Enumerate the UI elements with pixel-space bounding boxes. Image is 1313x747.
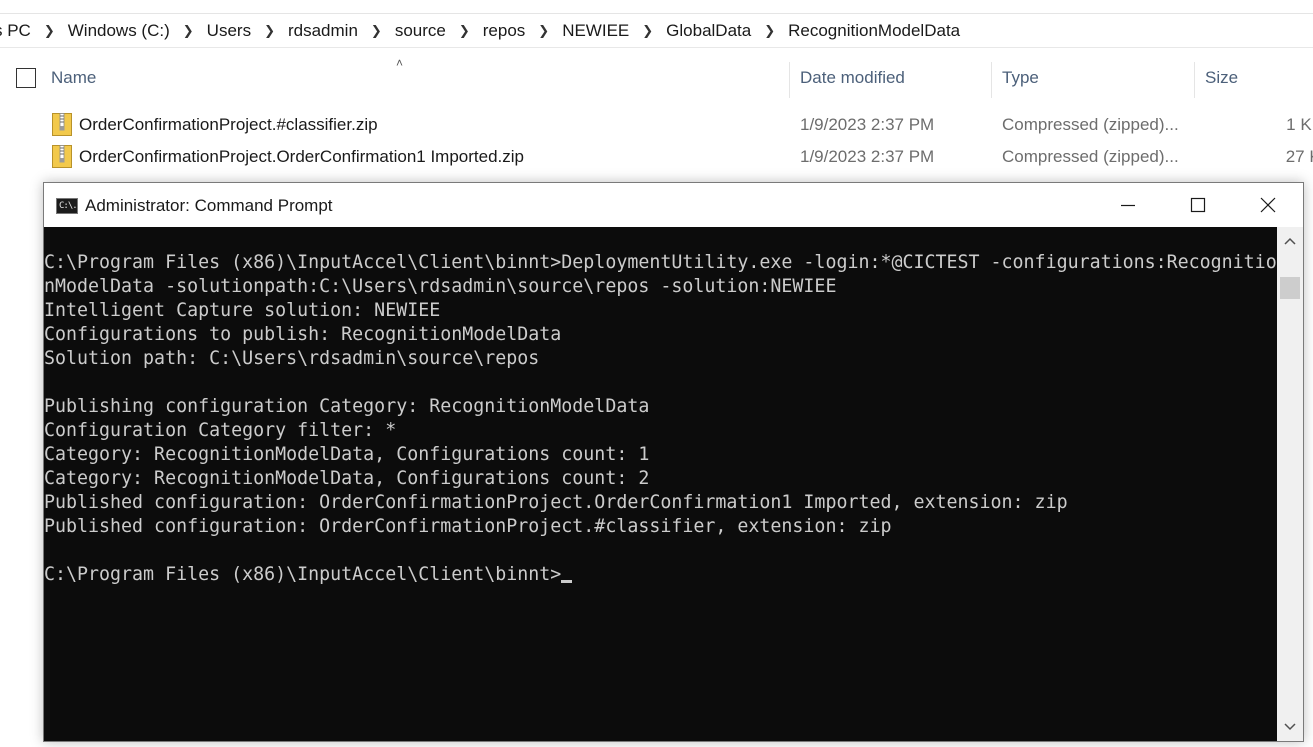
text-cursor xyxy=(561,580,573,583)
column-header-name[interactable]: Name xyxy=(51,58,96,98)
file-row[interactable]: OrderConfirmationProject.OrderConfirmati… xyxy=(0,141,1313,173)
breadcrumb-separator-icon[interactable]: ❯ xyxy=(532,14,555,47)
console-line: Category: RecognitionModelData, Configur… xyxy=(44,444,650,465)
breadcrumb-separator-icon[interactable]: ❯ xyxy=(453,14,476,47)
column-divider[interactable] xyxy=(991,62,992,98)
minimize-icon xyxy=(1121,204,1135,207)
console-line: Published configuration: OrderConfirmati… xyxy=(44,516,892,537)
file-date-modified: 1/9/2023 2:37 PM xyxy=(800,115,935,134)
sort-ascending-icon: ˄ xyxy=(396,56,404,70)
file-size: 27 KB xyxy=(1285,147,1313,166)
console-line: nModelData -solutionpath:C:\Users\rdsadm… xyxy=(44,276,837,297)
column-header-size[interactable]: Size xyxy=(1205,58,1238,98)
select-all-checkbox[interactable] xyxy=(16,68,36,88)
breadcrumb-newiee[interactable]: NEWIEE xyxy=(555,14,636,47)
command-prompt-window[interactable]: C:\. Administrator: Command Prompt C:\Pr… xyxy=(43,182,1304,742)
zip-folder-icon xyxy=(52,145,72,168)
breadcrumb-separator-icon[interactable]: ❯ xyxy=(38,14,61,47)
console-line: Published configuration: OrderConfirmati… xyxy=(44,492,1068,513)
chevron-down-icon xyxy=(1284,723,1296,731)
maximize-button[interactable] xyxy=(1163,183,1233,227)
console-line: Solution path: C:\Users\rdsadmin\source\… xyxy=(44,348,540,369)
file-row[interactable]: OrderConfirmationProject.#classifier.zip… xyxy=(0,109,1313,141)
column-divider[interactable] xyxy=(789,62,790,98)
console-line: Intelligent Capture solution: NEWIEE xyxy=(44,300,441,321)
scroll-thumb[interactable] xyxy=(1280,277,1300,299)
column-header-type[interactable]: Type xyxy=(1002,58,1039,98)
breadcrumb-separator-icon[interactable]: ❯ xyxy=(177,14,200,47)
file-name: OrderConfirmationProject.#classifier.zip xyxy=(79,115,378,134)
breadcrumb-rdsadmin[interactable]: rdsadmin xyxy=(281,14,365,47)
minimize-button[interactable] xyxy=(1093,183,1163,227)
breadcrumb-users[interactable]: Users xyxy=(200,14,258,47)
window-title: Administrator: Command Prompt xyxy=(85,196,333,215)
title-bar[interactable]: C:\. Administrator: Command Prompt xyxy=(44,183,1303,227)
breadcrumb-recognitionmodeldata[interactable]: RecognitionModelData xyxy=(781,14,967,47)
console-line: C:\Program Files (x86)\InputAccel\Client… xyxy=(44,252,1277,273)
scroll-down-button[interactable] xyxy=(1277,713,1303,741)
breadcrumb-this-pc[interactable]: s PC xyxy=(0,14,38,47)
file-size: 1 KB xyxy=(1286,115,1313,134)
prompt-text: C:\Program Files (x86)\InputAccel\Client… xyxy=(44,564,562,585)
breadcrumb-separator-icon[interactable]: ❯ xyxy=(758,14,781,47)
chevron-up-icon xyxy=(1284,237,1296,245)
breadcrumb-separator-icon[interactable]: ❯ xyxy=(365,14,388,47)
zip-folder-icon xyxy=(52,113,72,136)
column-header-date-modified[interactable]: Date modified xyxy=(800,58,905,98)
prompt-line[interactable]: C:\Program Files (x86)\InputAccel\Client… xyxy=(44,563,1277,587)
console-line: Category: RecognitionModelData, Configur… xyxy=(44,468,650,489)
breadcrumb: s PC ❯ Windows (C:) ❯ Users ❯ rdsadmin ❯… xyxy=(0,14,1313,48)
file-type: Compressed (zipped)... xyxy=(1002,147,1179,166)
vertical-scrollbar[interactable] xyxy=(1277,227,1303,741)
breadcrumb-separator-icon[interactable]: ❯ xyxy=(636,14,659,47)
file-type: Compressed (zipped)... xyxy=(1002,115,1179,134)
console-output[interactable]: C:\Program Files (x86)\InputAccel\Client… xyxy=(44,227,1277,741)
breadcrumb-separator-icon[interactable]: ❯ xyxy=(258,14,281,47)
breadcrumb-source[interactable]: source xyxy=(388,14,453,47)
close-icon xyxy=(1260,197,1276,213)
file-list-header: ˄ Name Date modified Type Size xyxy=(0,56,1313,98)
close-button[interactable] xyxy=(1233,183,1303,227)
breadcrumb-globaldata[interactable]: GlobalData xyxy=(659,14,758,47)
column-divider[interactable] xyxy=(1194,62,1195,98)
command-prompt-icon-glyph: C:\. xyxy=(59,201,78,211)
file-date-modified: 1/9/2023 2:37 PM xyxy=(800,147,935,166)
maximize-icon xyxy=(1190,197,1206,213)
console-line: Publishing configuration Category: Recog… xyxy=(44,396,650,417)
breadcrumb-windows-c[interactable]: Windows (C:) xyxy=(61,14,177,47)
command-prompt-icon[interactable]: C:\. xyxy=(56,198,78,214)
scroll-up-button[interactable] xyxy=(1277,227,1303,255)
console-line: Configurations to publish: RecognitionMo… xyxy=(44,324,562,345)
explorer-toolbar-strip xyxy=(0,0,1313,14)
breadcrumb-repos[interactable]: repos xyxy=(476,14,533,47)
console-line: Configuration Category filter: * xyxy=(44,420,397,441)
file-name: OrderConfirmationProject.OrderConfirmati… xyxy=(79,147,525,166)
